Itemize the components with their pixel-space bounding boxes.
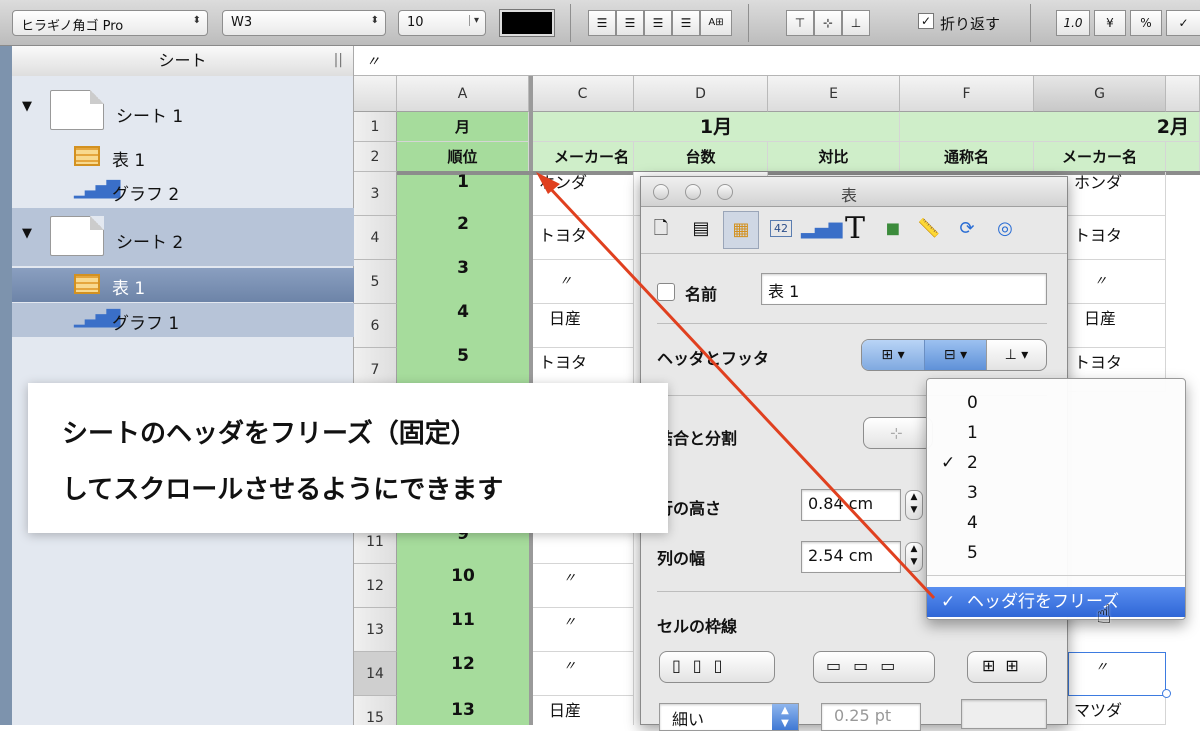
arrow-head [536, 172, 560, 194]
arrow-line [546, 184, 936, 600]
annotation-arrow [536, 172, 936, 600]
